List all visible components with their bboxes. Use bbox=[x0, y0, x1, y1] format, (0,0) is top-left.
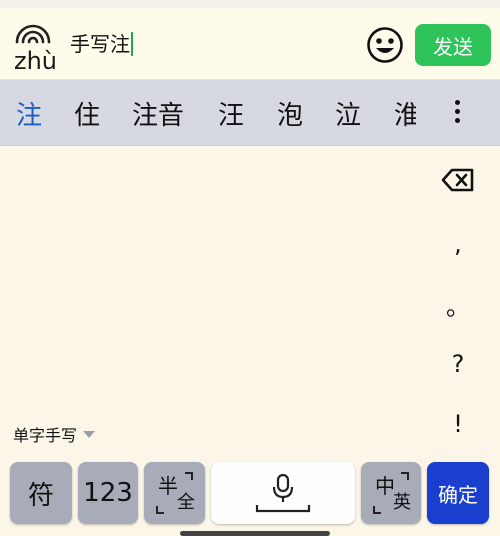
handwriting-mode-selector[interactable]: 单字手写 bbox=[13, 422, 96, 446]
message-input[interactable]: 手写注 bbox=[70, 30, 133, 58]
space-voice-key[interactable] bbox=[211, 462, 355, 524]
candidate-item[interactable]: 泡 bbox=[277, 80, 303, 146]
confirm-key[interactable]: 确定 bbox=[427, 462, 489, 524]
candidate-bar: 注 住 注音 汪 泡 泣 淮 bbox=[0, 80, 500, 146]
punct-exclaim-key[interactable]: ! bbox=[424, 396, 492, 452]
punctuation-column: , 。 ? ! bbox=[424, 152, 492, 452]
space-bar-icon bbox=[255, 505, 311, 513]
input-value: 手写注 bbox=[70, 32, 130, 56]
candidate-item[interactable]: 泣 bbox=[335, 80, 361, 146]
voice-wave-icon bbox=[15, 24, 51, 44]
symbol-key-label: 符 bbox=[27, 480, 54, 511]
top-strip bbox=[0, 0, 500, 8]
candidate-item[interactable]: 淮 bbox=[394, 80, 416, 146]
pinyin-label: zhù bbox=[14, 47, 58, 75]
confirm-key-label: 确定 bbox=[438, 482, 478, 507]
text-caret bbox=[131, 32, 133, 56]
candidate-item[interactable]: 注 bbox=[16, 80, 42, 146]
punct-question-key[interactable]: ? bbox=[424, 336, 492, 392]
more-dots-icon[interactable] bbox=[446, 96, 468, 130]
half-full-width-key[interactable]: 半 全 bbox=[144, 462, 205, 524]
cn-en-switch-key[interactable]: 中 英 bbox=[361, 462, 421, 524]
full-label: 全 bbox=[177, 492, 195, 513]
candidate-item[interactable]: 注音 bbox=[132, 80, 184, 146]
punct-period-key[interactable]: 。 bbox=[424, 276, 492, 332]
backspace-icon bbox=[441, 168, 474, 192]
backspace-key[interactable] bbox=[424, 152, 492, 208]
half-label: 半 bbox=[158, 474, 178, 498]
candidate-item[interactable]: 住 bbox=[74, 80, 100, 146]
dropdown-triangle-icon bbox=[83, 430, 96, 438]
emoji-icon[interactable] bbox=[366, 26, 404, 64]
mode-label: 单字手写 bbox=[13, 426, 78, 445]
home-indicator bbox=[180, 531, 330, 536]
input-bar: zhù 手写注 发送 bbox=[0, 8, 500, 80]
symbol-key[interactable]: 符 bbox=[10, 462, 72, 524]
send-button[interactable]: 发送 bbox=[415, 24, 491, 66]
en-label: 英 bbox=[393, 492, 411, 513]
candidate-item[interactable]: 汪 bbox=[218, 80, 244, 146]
microphone-icon bbox=[255, 473, 311, 513]
number-key[interactable]: 123 bbox=[78, 462, 138, 524]
number-key-label: 123 bbox=[83, 478, 133, 508]
pinyin-voice-button[interactable]: zhù bbox=[10, 22, 58, 74]
cn-label: 中 bbox=[375, 474, 395, 498]
punct-comma-key[interactable]: , bbox=[424, 216, 492, 272]
